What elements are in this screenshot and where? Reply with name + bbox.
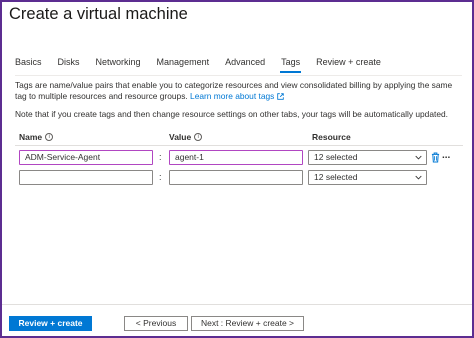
- tab-management[interactable]: Management: [157, 57, 210, 75]
- chevron-down-icon: [415, 175, 422, 180]
- tab-networking[interactable]: Networking: [96, 57, 141, 75]
- info-icon[interactable]: i: [45, 133, 54, 141]
- tags-description: Tags are name/value pairs that enable yo…: [15, 80, 465, 102]
- tab-divider: [15, 75, 462, 76]
- column-header-resource: Resource: [312, 132, 351, 142]
- review-create-button[interactable]: Review + create: [9, 316, 92, 331]
- page-title: Create a virtual machine: [9, 5, 188, 23]
- header-divider: [15, 145, 463, 146]
- next-review-create-button[interactable]: Next : Review + create >: [191, 316, 304, 331]
- info-icon[interactable]: i: [194, 133, 203, 141]
- column-name-label: Name: [19, 132, 43, 142]
- column-header-name: Name i: [19, 132, 54, 142]
- name-value-separator: :: [159, 152, 162, 162]
- learn-more-tags-link[interactable]: Learn more about tags: [190, 91, 284, 101]
- column-value-label: Value: [169, 132, 192, 142]
- chevron-down-icon: [415, 155, 422, 160]
- tag-value-input[interactable]: [169, 170, 303, 185]
- column-resource-label: Resource: [312, 132, 351, 142]
- window-frame: [0, 0, 474, 338]
- learn-more-label[interactable]: Learn more about tags: [190, 91, 274, 101]
- name-value-separator: :: [159, 172, 162, 182]
- tag-name-input[interactable]: ADM-Service-Agent: [19, 150, 153, 165]
- previous-button[interactable]: < Previous: [124, 316, 188, 331]
- tab-basics[interactable]: Basics: [15, 57, 42, 75]
- resource-select-value: 12 selected: [314, 152, 358, 162]
- external-link-icon: [276, 93, 284, 100]
- resource-select[interactable]: 12 selected: [308, 170, 427, 185]
- tag-value-input[interactable]: agent-1: [169, 150, 303, 165]
- tab-tags[interactable]: Tags: [280, 57, 302, 75]
- tab-review-create[interactable]: Review + create: [316, 57, 381, 75]
- more-options-icon[interactable]: ...: [442, 150, 450, 161]
- trash-icon[interactable]: [431, 152, 440, 163]
- tags-note: Note that if you create tags and then ch…: [15, 109, 448, 119]
- tab-disks[interactable]: Disks: [58, 57, 80, 75]
- footer-divider: [2, 304, 472, 305]
- resource-select[interactable]: 12 selected: [308, 150, 427, 165]
- tag-name-input[interactable]: [19, 170, 153, 185]
- column-header-value: Value i: [169, 132, 203, 142]
- tab-advanced[interactable]: Advanced: [225, 57, 265, 75]
- tab-bar: Basics Disks Networking Management Advan…: [15, 57, 397, 75]
- resource-select-value: 12 selected: [314, 172, 358, 182]
